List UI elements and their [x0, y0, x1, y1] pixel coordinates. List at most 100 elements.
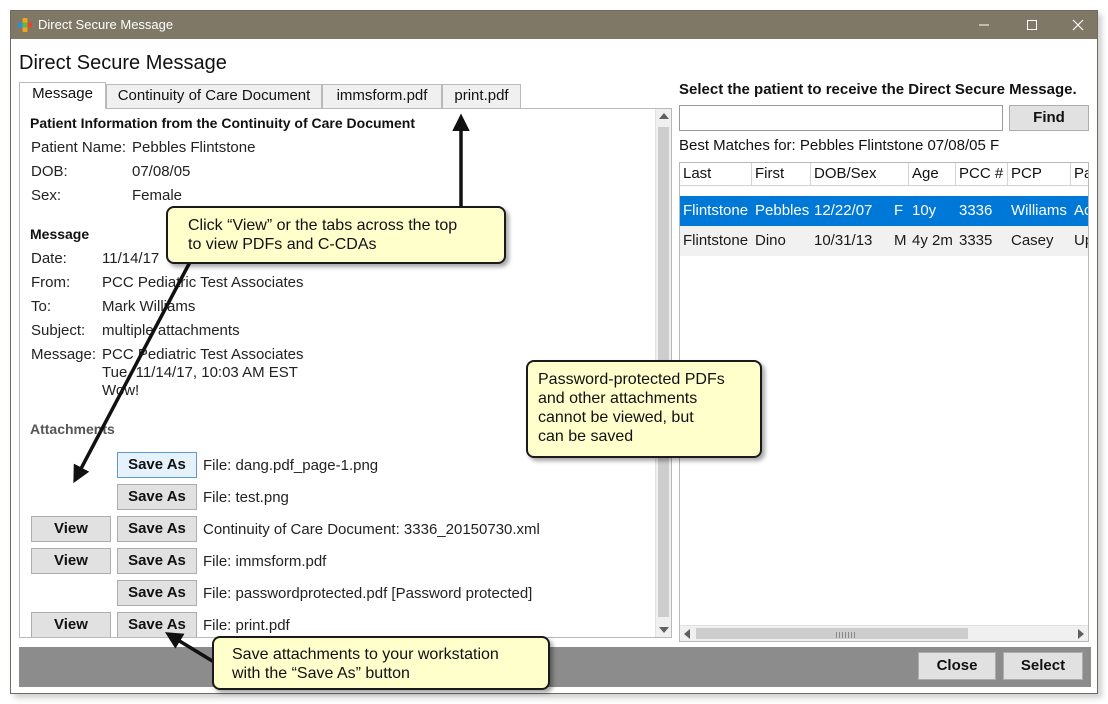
title-bar[interactable]: Direct Secure Message — [11, 11, 1097, 39]
dialog-window: Direct Secure Message Direct Secure Mess… — [10, 10, 1098, 694]
attachment-label: Continuity of Care Document: 3336_201507… — [203, 521, 540, 538]
scroll-left-icon[interactable] — [684, 629, 690, 639]
callout-line: cannot be viewed, but — [538, 409, 694, 426]
save-as-button[interactable]: Save As — [117, 580, 197, 606]
minimize-button[interactable] — [961, 11, 1007, 39]
column-header-last[interactable]: Last — [680, 163, 752, 185]
message-body-line: Tue, 11/14/17, 10:03 AM EST — [102, 364, 298, 381]
callout-line: Password-protected PDFs — [538, 371, 725, 388]
callout-line: Click “View” or the tabs across the top — [188, 217, 458, 234]
subject-label: Subject: — [31, 322, 86, 339]
callout-line: and other attachments — [538, 390, 698, 407]
grid-header: Last First DOB/Sex Age PCC # PCP Pa — [680, 163, 1088, 186]
message-label: Message: — [31, 346, 97, 363]
from-value: PCC Pediatric Test Associates — [102, 274, 304, 291]
save-as-button[interactable]: Save As — [117, 548, 197, 574]
patient-search-input[interactable] — [679, 105, 1003, 131]
callout-line: can be saved — [538, 428, 634, 445]
dialog-heading: Direct Secure Message — [19, 52, 227, 74]
callout-line: Save attachments to your workstation — [232, 646, 499, 663]
maximize-icon — [1027, 20, 1037, 30]
callout-password-protected: Password-protected PDFs and other attach… — [526, 360, 762, 458]
cell-pcp: Williams — [1011, 202, 1067, 219]
maximize-button[interactable] — [1009, 11, 1055, 39]
cell-dob: 10/31/13 — [814, 232, 873, 249]
cell-last: Flintstone — [683, 232, 749, 249]
patient-name-value: Pebbles Flintstone — [132, 139, 256, 156]
date-label: Date: — [31, 250, 67, 267]
close-button[interactable]: Close — [918, 652, 996, 680]
save-as-button[interactable]: Save As — [117, 452, 197, 478]
tab-message[interactable]: Message — [19, 82, 106, 109]
scroll-right-icon[interactable] — [1078, 629, 1084, 639]
cell-dob: 12/22/07 — [814, 202, 873, 219]
select-button[interactable]: Select — [1003, 652, 1083, 680]
column-header-pcp[interactable]: PCP — [1008, 163, 1071, 185]
attachment-label: File: dang.pdf_page-1.png — [203, 457, 379, 474]
column-header-pcc[interactable]: PCC # — [956, 163, 1008, 185]
save-as-button[interactable]: Save As — [117, 516, 197, 542]
message-heading: Message — [30, 226, 90, 242]
cell-first: Dino — [755, 232, 786, 249]
attachment-label: File: test.png — [203, 489, 289, 506]
cell-age: 10y — [912, 202, 937, 219]
message-body-line: PCC Pediatric Test Associates — [102, 346, 304, 363]
column-header-age[interactable]: Age — [909, 163, 956, 185]
horizontal-scrollbar[interactable] — [680, 625, 1088, 641]
tab-immsform-pdf[interactable]: immsform.pdf — [322, 84, 442, 108]
view-button[interactable]: View — [31, 516, 111, 542]
callout-save-as: Save attachments to your workstation wit… — [212, 636, 550, 690]
attachment-label: File: immsform.pdf — [203, 553, 327, 570]
grip-icon — [836, 632, 856, 638]
save-as-button[interactable]: Save As — [117, 484, 197, 510]
callout-view-tabs: Click “View” or the tabs across the top … — [166, 206, 506, 264]
scroll-down-icon[interactable] — [659, 627, 669, 633]
sex-label: Sex: — [31, 187, 62, 204]
cell-last: Flintstone — [683, 202, 749, 219]
column-header-dob-sex[interactable]: DOB/Sex — [811, 163, 909, 185]
find-button[interactable]: Find — [1009, 105, 1089, 131]
tab-print-pdf[interactable]: print.pdf — [442, 84, 521, 108]
callout-line: to view PDFs and C-CDAs — [188, 236, 377, 253]
window-title: Direct Secure Message — [38, 17, 174, 32]
save-as-button[interactable]: Save As — [117, 612, 197, 637]
to-value: Mark Williams — [102, 298, 196, 315]
app-logo-icon — [18, 18, 32, 32]
minimize-icon — [979, 24, 989, 26]
cell-sex: F — [894, 202, 904, 219]
message-body-line: Wow! — [102, 382, 140, 399]
subject-value: multiple attachments — [102, 322, 240, 339]
attachment-label: File: print.pdf — [203, 617, 290, 634]
close-window-button[interactable] — [1055, 11, 1101, 39]
select-patient-label: Select the patient to receive the Direct… — [679, 81, 1077, 98]
tab-continuity-of-care-document[interactable]: Continuity of Care Document — [106, 84, 322, 108]
cell-pcp: Casey — [1011, 232, 1054, 249]
table-row[interactable]: Flintstone Pebbles 12/22/07 F 10y 3336 W… — [680, 196, 1088, 226]
column-header-pa[interactable]: Pa — [1071, 163, 1088, 185]
view-button[interactable]: View — [31, 612, 111, 637]
dob-label: DOB: — [31, 163, 68, 180]
date-value: 11/14/17 — [102, 250, 160, 267]
cell-sex: M — [894, 232, 907, 249]
scroll-thumb[interactable] — [696, 628, 968, 639]
scroll-up-icon[interactable] — [659, 113, 669, 119]
cell-pcc: 3336 — [959, 202, 993, 219]
best-matches-label: Best Matches for: Pebbles Flintstone 07/… — [679, 137, 1000, 154]
column-header-first[interactable]: First — [752, 163, 811, 185]
cell-first: Pebbles — [755, 202, 810, 219]
callout-line: with the “Save As” button — [232, 665, 410, 682]
patient-name-label: Patient Name: — [31, 139, 127, 156]
from-label: From: — [31, 274, 71, 291]
dob-value: 07/08/05 — [132, 163, 191, 180]
cell-age: 4y 2m — [912, 232, 953, 249]
view-button[interactable]: View — [31, 548, 111, 574]
table-row[interactable]: Flintstone Dino 10/31/13 M 4y 2m 3335 Ca… — [680, 226, 1088, 256]
patient-info-heading: Patient Information from the Continuity … — [30, 115, 416, 131]
sex-value: Female — [132, 187, 183, 204]
cell-pa: Up — [1074, 232, 1088, 249]
close-icon — [1072, 19, 1084, 31]
cell-pa: Ac — [1074, 202, 1088, 219]
to-label: To: — [31, 298, 52, 315]
message-body: PCC Pediatric Test Associates Tue, 11/14… — [102, 346, 303, 400]
attachments-heading: Attachments — [30, 421, 115, 437]
